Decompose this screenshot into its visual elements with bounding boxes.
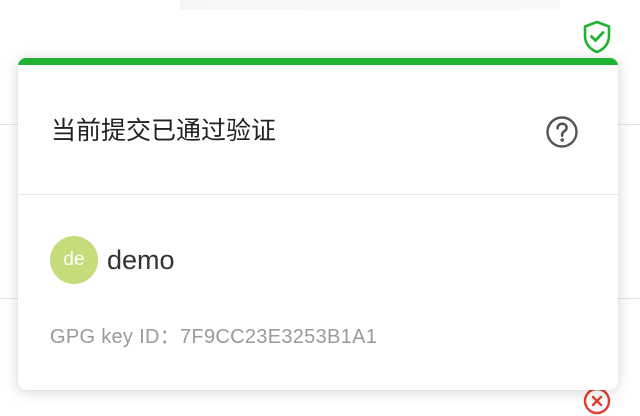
- gpg-key-info: GPG key ID：7F9CC23E3253B1A1: [50, 320, 377, 349]
- verification-popover: 当前提交已通过验证 de demo GPG key ID：7F9CC23E325…: [18, 58, 618, 390]
- gpg-key-label: GPG key ID：: [50, 326, 180, 348]
- shield-check-icon[interactable]: [582, 20, 612, 54]
- question-circle-icon[interactable]: [545, 115, 579, 149]
- verified-status-bar: [18, 58, 618, 65]
- avatar[interactable]: de: [50, 236, 98, 284]
- gpg-key-id: 7F9CC23E3253B1A1: [180, 326, 378, 348]
- verification-title: 当前提交已通过验证: [51, 116, 277, 145]
- signer-row: de demo: [50, 236, 175, 284]
- background-content: [180, 0, 560, 10]
- signer-name[interactable]: demo: [107, 245, 175, 276]
- popover-header: 当前提交已通过验证: [18, 65, 618, 195]
- fail-circle-icon[interactable]: [582, 386, 612, 416]
